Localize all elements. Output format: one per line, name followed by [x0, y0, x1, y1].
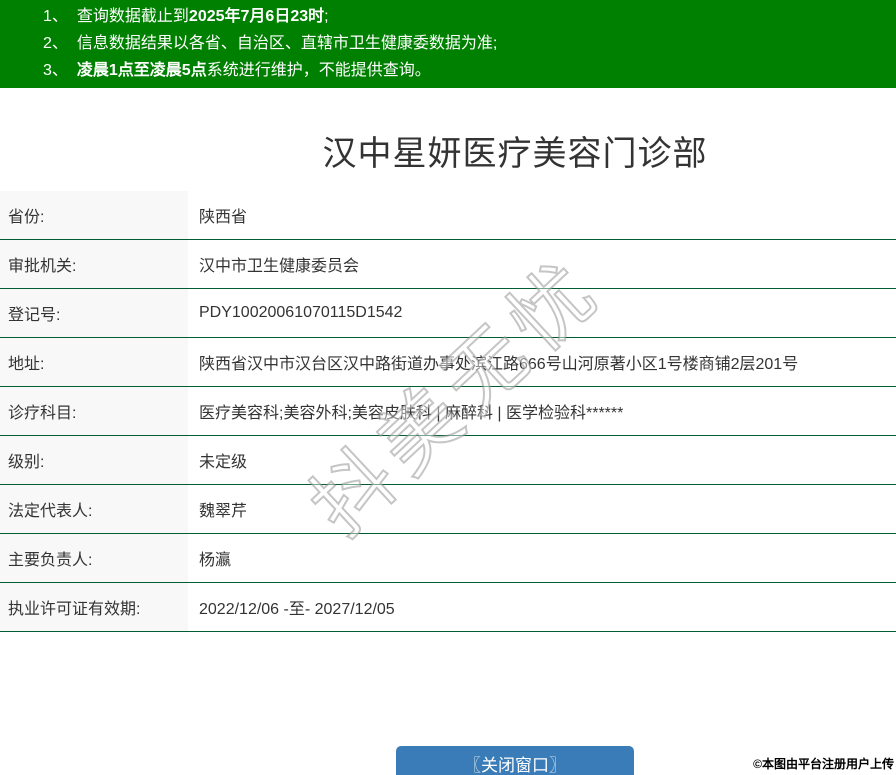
table-row: 登记号: PDY10020061070115D1542	[0, 289, 896, 338]
row-label: 主要负责人:	[0, 534, 188, 582]
row-label: 登记号:	[0, 289, 188, 337]
row-value: 魏翠芹	[199, 503, 248, 520]
notice-text-bold: 凌晨1点至凌晨5点	[76, 62, 207, 79]
row-label: 执业许可证有效期:	[0, 583, 188, 631]
row-value: 医疗美容科;美容外科;美容皮肤科 | 麻醉科 | 医学检验科******	[199, 405, 624, 422]
row-value: 2022/12/06 -至- 2027/12/05	[199, 601, 395, 618]
table-row: 地址: 陕西省汉中市汉台区汉中路街道办事处滨江路666号山河原著小区1号楼商铺2…	[0, 338, 896, 387]
table-row: 诊疗科目: 医疗美容科;美容外科;美容皮肤科 | 麻醉科 | 医学检验科****…	[0, 387, 896, 436]
row-label: 级别:	[0, 436, 188, 484]
notice-text: 查询数据截止到	[76, 8, 189, 25]
row-value: 陕西省	[199, 209, 248, 226]
row-value: 杨瀛	[199, 552, 232, 569]
notice-text-bold: 2025年7月6日23时	[188, 8, 325, 25]
notice-text-tail: 系统进行维护，不能提供查询。	[206, 62, 431, 79]
row-value: 未定级	[199, 454, 248, 471]
table-row: 级别: 未定级	[0, 436, 896, 485]
notice-number: 1、	[43, 8, 68, 25]
close-window-button[interactable]: 〖关闭窗口〗	[396, 746, 634, 775]
table-row: 法定代表人: 魏翠芹	[0, 485, 896, 534]
row-value: PDY10020061070115D1542	[199, 304, 403, 321]
row-label: 法定代表人:	[0, 485, 188, 533]
page-title: 汉中星妍医疗美容门诊部	[322, 135, 708, 173]
row-value: 汉中市卫生健康委员会	[199, 258, 360, 275]
notice-number: 3、	[43, 62, 68, 79]
notice-text: 信息数据结果以各省、自治区、直辖市卫生健康委数据为准;	[76, 35, 498, 52]
content-area: 1、 查询数据截止到2025年7月6日23时; 2、 信息数据结果以各省、自治区、直…	[0, 0, 896, 775]
notice-number: 2、	[43, 35, 68, 52]
row-label: 省份:	[0, 191, 188, 239]
row-value: 陕西省汉中市汉台区汉中路街道办事处滨江路666号山河原著小区1号楼商铺2层201…	[199, 356, 799, 373]
info-table: 省份: 陕西省 审批机关: 汉中市卫生健康委员会 登记号: PDY1002006…	[0, 191, 896, 632]
row-label: 诊疗科目:	[0, 387, 188, 435]
footer-credit: ©本图由平台注册用户上传	[753, 757, 894, 771]
row-label: 地址:	[0, 338, 188, 386]
row-label: 审批机关:	[0, 240, 188, 288]
page: 1、 查询数据截止到2025年7月6日23时; 2、 信息数据结果以各省、自治区、直…	[0, 0, 896, 775]
table-row: 执业许可证有效期: 2022/12/06 -至- 2027/12/05	[0, 583, 896, 632]
table-row: 省份: 陕西省	[0, 191, 896, 240]
notice-text-tail: ;	[324, 8, 329, 25]
table-row: 主要负责人: 杨瀛	[0, 534, 896, 583]
notice-line: 3、 凌晨1点至凌晨5点系统进行维护，不能提供查询。	[43, 57, 896, 84]
notice-line: 2、 信息数据结果以各省、自治区、直辖市卫生健康委数据为准;	[43, 30, 896, 57]
notice-line: 1、 查询数据截止到2025年7月6日23时;	[43, 3, 896, 30]
notice-banner: 1、 查询数据截止到2025年7月6日23时; 2、 信息数据结果以各省、自治区、直…	[0, 0, 896, 88]
table-row: 审批机关: 汉中市卫生健康委员会	[0, 240, 896, 289]
